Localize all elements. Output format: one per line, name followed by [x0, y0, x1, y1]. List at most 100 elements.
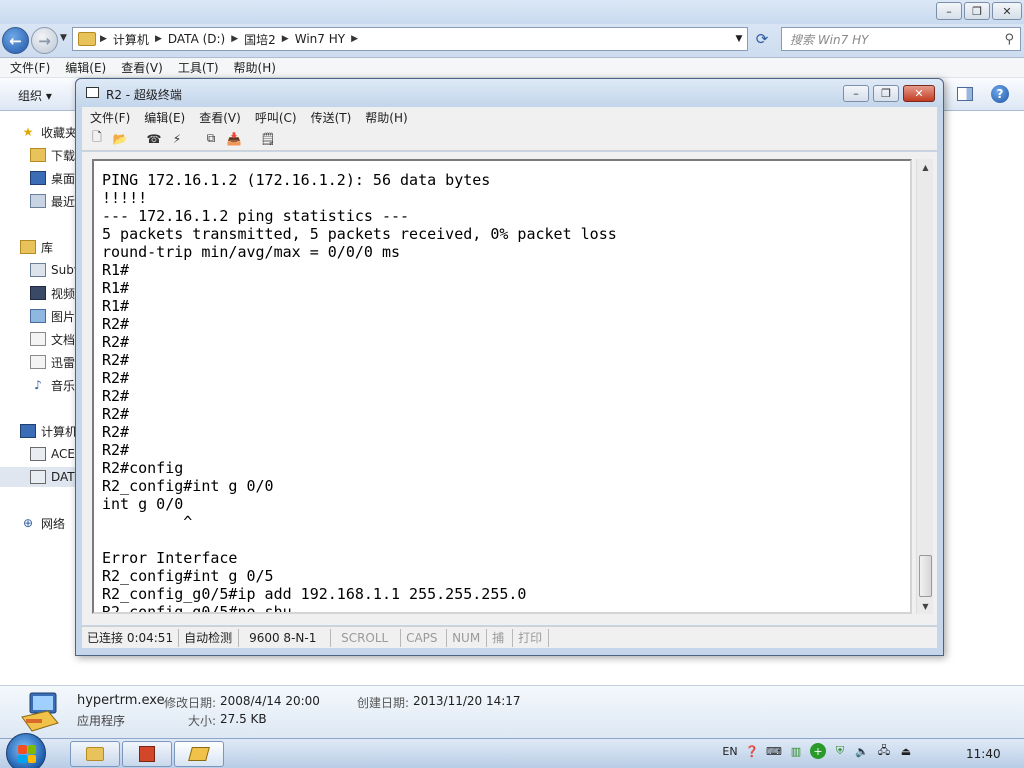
menu-file[interactable]: 文件(F)	[10, 59, 50, 76]
help-icon[interactable]: ?	[991, 85, 1009, 103]
shield-icon[interactable]: ⛨	[832, 743, 848, 759]
terminal-line: R2#	[102, 405, 130, 423]
terminal-line: R2#config	[102, 459, 184, 477]
recent-pages-dropdown-icon[interactable]: ▼	[60, 33, 67, 43]
terminal-line: PING 172.16.1.2 (172.16.1.2): 56 data by…	[102, 171, 491, 189]
hyperterminal-window: R2 - 超级终端 – ❐ ✕ 文件(F) 编辑(E) 查看(V) 呼叫(C) …	[75, 78, 944, 656]
refresh-icon[interactable]: ⟳	[750, 28, 774, 50]
help-icon[interactable]: ❓	[744, 743, 760, 759]
organize-button[interactable]: 组织 ▾	[18, 87, 52, 104]
menu-transfer[interactable]: 传送(T)	[311, 109, 352, 126]
call-icon[interactable]: ☎	[145, 130, 163, 148]
terminal-line: R1#	[102, 297, 130, 315]
terminal-screen[interactable]: PING 172.16.1.2 (172.16.1.2): 56 data by…	[92, 159, 912, 614]
new-connection-icon[interactable]: 🗋	[88, 130, 106, 148]
disconnect-icon[interactable]: ⚡	[168, 130, 186, 148]
computer-icon	[20, 424, 36, 438]
terminal-line: R2_config#int g 0/0	[102, 477, 274, 495]
details-pane: hypertrm.exe 应用程序 修改日期: 2008/4/14 20:00 …	[0, 685, 1024, 738]
terminal-line: int g 0/0	[102, 495, 184, 513]
folder-icon	[86, 747, 104, 761]
library-icon	[20, 240, 36, 254]
nav-drive-data[interactable]: DAT	[0, 467, 78, 487]
menu-view[interactable]: 查看(V)	[199, 109, 241, 126]
chevron-down-icon[interactable]: ▼	[731, 34, 747, 44]
taskbar-explorer-button[interactable]	[70, 741, 120, 767]
menu-edit[interactable]: 编辑(E)	[65, 59, 106, 76]
terminal-line: R2#	[102, 441, 130, 459]
hyperterminal-titlebar[interactable]: R2 - 超级终端 – ❐ ✕	[76, 79, 943, 107]
menu-help[interactable]: 帮助(H)	[365, 109, 407, 126]
status-connected-time: 已连接 0:04:51	[82, 628, 180, 647]
breadcrumb-win7-hy[interactable]: Win7 HY	[289, 32, 351, 46]
taskbar-hyperterminal-button[interactable]	[174, 741, 224, 767]
explorer-maximize-button[interactable]: ❐	[964, 2, 990, 20]
modified-date-value: 2008/4/14 20:00	[220, 694, 320, 708]
breadcrumb-guopei2[interactable]: 国培2	[238, 31, 282, 48]
terminal-line: R2#	[102, 315, 130, 333]
terminal-app-icon	[86, 87, 99, 98]
presentation-icon	[139, 746, 155, 762]
menu-edit[interactable]: 编辑(E)	[144, 109, 185, 126]
created-date-label: 创建日期:	[357, 696, 410, 710]
menu-help[interactable]: 帮助(H)	[234, 59, 276, 76]
documents-icon	[30, 332, 46, 346]
language-indicator[interactable]: EN	[722, 743, 738, 759]
search-icon[interactable]: ⚲	[1004, 32, 1014, 47]
windows-logo-icon	[18, 745, 36, 763]
pictures-icon	[30, 309, 46, 323]
breadcrumb-computer[interactable]: 计算机	[107, 31, 155, 48]
status-capture: 捕	[487, 628, 514, 647]
network-icon[interactable]: 🖧	[876, 743, 892, 759]
explorer-minimize-button[interactable]: –	[936, 2, 962, 20]
taskbar-powerpoint-button[interactable]	[122, 741, 172, 767]
receive-file-icon[interactable]: 📥	[225, 130, 243, 148]
close-button[interactable]: ✕	[903, 85, 935, 102]
explorer-menubar: 文件(F) 编辑(E) 查看(V) 工具(T) 帮助(H)	[0, 58, 1024, 78]
breadcrumb-separator-icon[interactable]: ▶	[155, 34, 162, 44]
breadcrumb-separator-icon[interactable]: ▶	[282, 34, 289, 44]
breadcrumb-separator-icon[interactable]: ▶	[231, 34, 238, 44]
recent-places-icon	[30, 194, 46, 208]
send-file-icon[interactable]: ⧉	[202, 130, 220, 148]
drive-icon	[30, 470, 46, 484]
restore-button[interactable]: ❐	[873, 85, 899, 102]
terminal-line: ^	[102, 513, 193, 531]
volume-icon[interactable]: 🔈	[854, 743, 870, 759]
start-button[interactable]	[6, 733, 46, 768]
scroll-up-icon[interactable]: ▲	[917, 159, 934, 175]
green-plus-icon[interactable]: +	[810, 743, 826, 759]
search-input[interactable]: 搜索 Win7 HY ⚲	[781, 27, 1021, 51]
explorer-titlebar: – ❐ ✕	[0, 0, 1024, 24]
terminal-line: R2#	[102, 333, 130, 351]
back-button[interactable]: ←	[2, 27, 29, 54]
scroll-down-icon[interactable]: ▼	[917, 598, 934, 614]
address-bar[interactable]: ▶ 计算机 ▶ DATA (D:) ▶ 国培2 ▶ Win7 HY ▶ ▼	[72, 27, 748, 51]
menu-call[interactable]: 呼叫(C)	[255, 109, 297, 126]
terminal-line: R2#	[102, 351, 130, 369]
status-num: NUM	[447, 628, 488, 647]
keyboard-icon[interactable]: ⌨	[766, 743, 782, 759]
menu-view[interactable]: 查看(V)	[121, 59, 163, 76]
breadcrumb-separator-icon[interactable]: ▶	[100, 34, 107, 44]
forward-button[interactable]: →	[31, 27, 58, 54]
preview-pane-icon[interactable]	[957, 87, 973, 101]
explorer-address-row: ← → ▼ ▶ 计算机 ▶ DATA (D:) ▶ 国培2 ▶ Win7 HY …	[0, 24, 1024, 58]
properties-icon[interactable]: 🗒	[259, 130, 277, 148]
menu-file[interactable]: 文件(F)	[90, 109, 130, 126]
open-folder-icon[interactable]: 📂	[111, 130, 129, 148]
menu-tools[interactable]: 工具(T)	[178, 59, 219, 76]
breadcrumb-data-drive[interactable]: DATA (D:)	[162, 32, 231, 46]
vertical-scrollbar[interactable]: ▲ ▼	[916, 159, 933, 614]
explorer-close-button[interactable]: ✕	[992, 2, 1022, 20]
window-title: R2 - 超级终端	[106, 88, 182, 102]
hyperterminal-app-icon	[21, 692, 59, 732]
minimize-button[interactable]: –	[843, 85, 869, 102]
desktop-icon	[30, 171, 46, 185]
usb-device-icon[interactable]: ⏏	[898, 743, 914, 759]
scrollbar-thumb[interactable]	[919, 555, 932, 597]
video-icon	[30, 286, 46, 300]
chart-icon[interactable]: ▥	[788, 743, 804, 759]
breadcrumb-separator-icon[interactable]: ▶	[351, 34, 358, 44]
